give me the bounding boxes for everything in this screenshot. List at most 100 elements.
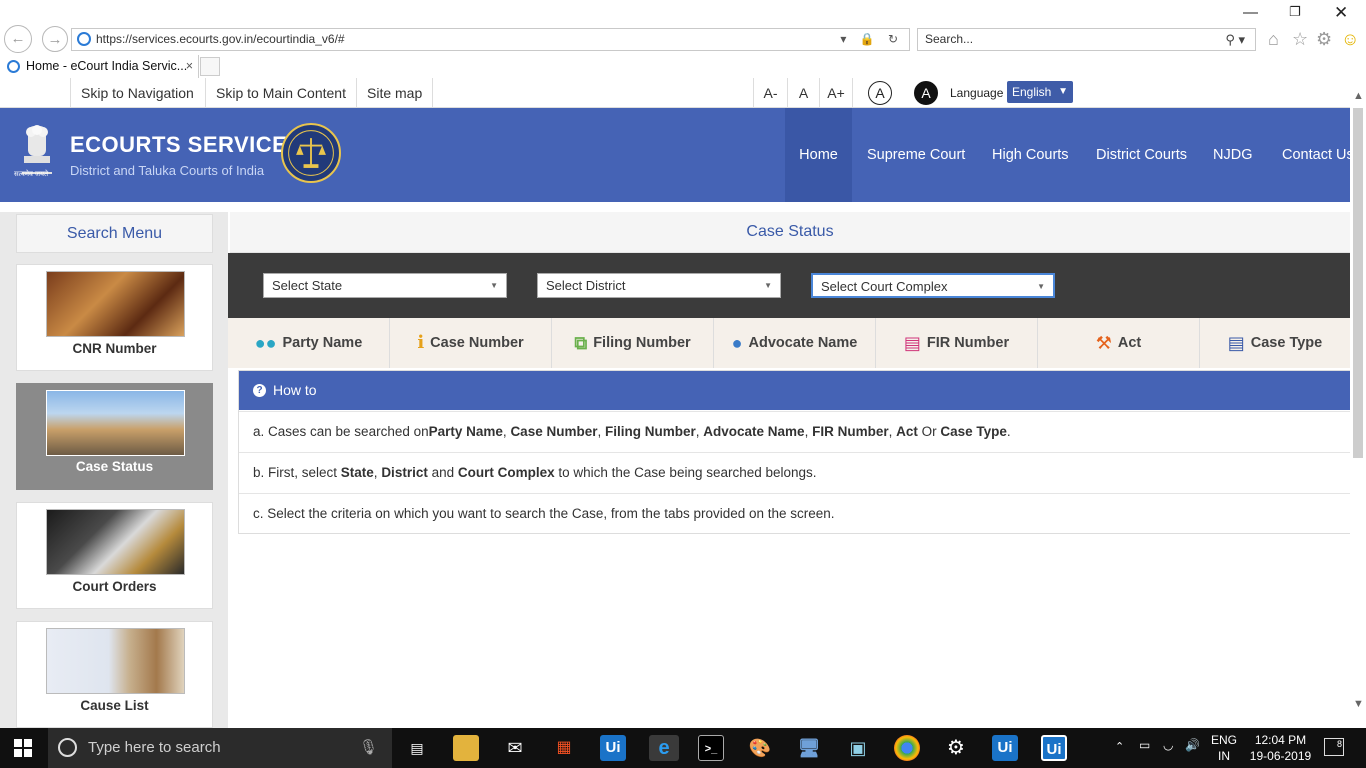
row-a-case: Case Number <box>510 424 598 439</box>
font-decrease-button[interactable]: A- <box>753 78 787 108</box>
new-tab-button[interactable] <box>200 57 220 76</box>
browser-search-input[interactable]: Search... ⚲ ▾ <box>917 28 1256 51</box>
restore-icon[interactable]: ❐ <box>1289 4 1301 20</box>
tab-filing-number[interactable]: ⧉ Filing Number <box>552 318 714 368</box>
back-button[interactable]: ← <box>4 25 32 53</box>
ie-page-icon <box>77 32 91 46</box>
taskbar-search-input[interactable]: Type here to search 🎙 <box>48 728 392 768</box>
menu-card-label: Case Status <box>75 459 154 474</box>
address-tools[interactable]: ▾ 🔒 ↻ <box>840 29 903 50</box>
row-b-text: b. First, select <box>253 465 341 480</box>
tab-party-name[interactable]: ●● Party Name <box>228 318 390 368</box>
site-subtitle: District and Taluka Courts of India <box>70 163 265 178</box>
skip-to-main-link[interactable]: Skip to Main Content <box>205 78 356 108</box>
clock[interactable]: 12:04 PM 19-06-2019 <box>1243 732 1318 764</box>
row-a-act: Act <box>896 424 918 439</box>
favorites-star-icon[interactable]: ☆ <box>1292 29 1308 50</box>
forward-button[interactable]: → <box>42 26 68 52</box>
search-icon[interactable]: ⚲ ▾ <box>1225 29 1245 50</box>
language-select[interactable]: English ▼ <box>1007 81 1073 103</box>
tab-label: Case Number <box>430 335 524 351</box>
court-complex-select[interactable]: Select Court Complex ▼ <box>811 273 1055 298</box>
row-a-or: Or <box>917 424 941 439</box>
accessibility-bar: Skip to Navigation Skip to Main Content … <box>0 78 1350 108</box>
font-increase-button[interactable]: A+ <box>819 78 853 108</box>
notification-icon[interactable]: 8 <box>1324 738 1344 756</box>
paint-icon[interactable]: 🎨 <box>747 735 773 761</box>
tab-act[interactable]: ⚒ Act <box>1038 318 1200 368</box>
close-window-icon[interactable]: ✕ <box>1334 3 1348 23</box>
site-brand[interactable]: ECOURTS SERVICES <box>70 132 303 158</box>
tab-label: Act <box>1117 335 1142 351</box>
nav-supreme-court[interactable]: Supreme Court <box>867 108 965 202</box>
terminal-icon[interactable]: >_ <box>698 735 724 761</box>
language-value: English <box>1012 85 1052 99</box>
skip-to-navigation-link[interactable]: Skip to Navigation <box>70 78 204 108</box>
battery-icon[interactable]: ▭ <box>1139 738 1150 752</box>
wifi-icon[interactable]: ◡ <box>1163 738 1173 752</box>
nav-njdg[interactable]: NJDG <box>1213 108 1252 202</box>
state-select[interactable]: Select State ▼ <box>263 273 507 298</box>
contrast-dark-button[interactable]: A <box>914 81 938 105</box>
district-select[interactable]: Select District ▼ <box>537 273 781 298</box>
uipath-robot-icon[interactable]: Ui <box>1041 735 1067 761</box>
windows-start-icon[interactable] <box>14 739 32 757</box>
row-a-text: a. Cases can be searched on <box>253 424 429 439</box>
scrollbar-thumb[interactable] <box>1353 108 1363 458</box>
input-language[interactable]: ENG IN <box>1208 732 1240 764</box>
gear-icon[interactable]: ⚙ <box>1316 29 1332 50</box>
volume-icon[interactable]: 🔊 <box>1185 738 1200 752</box>
minimize-icon[interactable]: — <box>1243 4 1258 21</box>
task-view-icon[interactable]: ▤ <box>404 735 430 761</box>
row-a-fir: FIR Number <box>812 424 889 439</box>
menu-card-case-status[interactable]: Case Status <box>16 383 213 490</box>
contrast-light-button[interactable]: A <box>868 81 892 105</box>
info-icon: i <box>417 332 425 354</box>
nav-high-courts[interactable]: High Courts <box>992 108 1069 202</box>
how-to-row-c: c. Select the criteria on which you want… <box>239 493 1350 534</box>
search-menu-title: Search Menu <box>16 214 213 253</box>
scroll-up-icon[interactable]: ▲ <box>1353 90 1364 102</box>
uipath-studio-icon[interactable]: Ui <box>992 735 1018 761</box>
home-icon[interactable]: ⌂ <box>1268 29 1279 50</box>
microphone-icon[interactable]: 🎙 <box>359 728 378 768</box>
tab-case-number[interactable]: i Case Number <box>390 318 552 368</box>
uipath-icon[interactable]: Ui <box>600 735 626 761</box>
page-scrollbar[interactable]: ▲ ▼ <box>1350 78 1366 728</box>
file-explorer-icon[interactable] <box>453 735 479 761</box>
menu-card-label: Court Orders <box>72 579 157 594</box>
menu-card-court-orders[interactable]: Court Orders <box>16 502 213 609</box>
scroll-down-icon[interactable]: ▼ <box>1353 698 1364 710</box>
tab-advocate-name[interactable]: ● Advocate Name <box>714 318 876 368</box>
smiley-feedback-icon[interactable]: ☺ <box>1341 29 1359 50</box>
tab-close-icon[interactable]: × <box>186 55 193 78</box>
sitemap-link[interactable]: Site map <box>356 78 434 108</box>
mail-icon[interactable]: ✉ <box>502 735 528 761</box>
chevron-up-icon[interactable]: ⌃ <box>1115 740 1124 753</box>
search-criteria-tabs: ●● Party Name i Case Number ⧉ Filing Number… <box>228 318 1350 368</box>
nav-home[interactable]: Home <box>785 108 852 202</box>
tab-label: Advocate Name <box>748 335 858 351</box>
how-to-header[interactable]: ? How to <box>239 371 1350 410</box>
nav-district-courts[interactable]: District Courts <box>1096 108 1187 202</box>
tab-case-type[interactable]: ▤ Case Type <box>1200 318 1350 368</box>
tab-fir-number[interactable]: ▤ FIR Number <box>876 318 1038 368</box>
address-bar[interactable]: https://services.ecourts.gov.in/ecourtin… <box>71 28 910 51</box>
font-normal-button[interactable]: A <box>787 78 819 108</box>
court-complex-select-value: Select Court Complex <box>821 279 948 294</box>
store-icon[interactable]: ▦ <box>551 735 577 761</box>
settings-gear-icon[interactable]: ⚙ <box>943 735 969 761</box>
chrome-icon[interactable] <box>894 735 920 761</box>
nav-contact-us[interactable]: Contact Us <box>1282 108 1350 202</box>
browser-tab[interactable]: Home - eCourt India Servic... × <box>0 55 199 78</box>
remote-desktop-icon[interactable]: 🖥 <box>796 735 822 761</box>
menu-card-cnr-number[interactable]: CNR Number <box>16 264 213 371</box>
notepad-icon[interactable]: ▣ <box>845 735 871 761</box>
district-select-value: Select District <box>546 278 626 293</box>
row-a-type: Case Type <box>940 424 1007 439</box>
browser-chrome: — ❐ ✕ ← → https://services.ecourts.gov.i… <box>0 0 1366 78</box>
menu-card-cause-list[interactable]: Cause List <box>16 621 213 728</box>
internet-explorer-icon[interactable]: e <box>649 735 679 761</box>
ecourts-seal-icon <box>281 123 341 183</box>
ie-tab-icon <box>7 60 20 73</box>
